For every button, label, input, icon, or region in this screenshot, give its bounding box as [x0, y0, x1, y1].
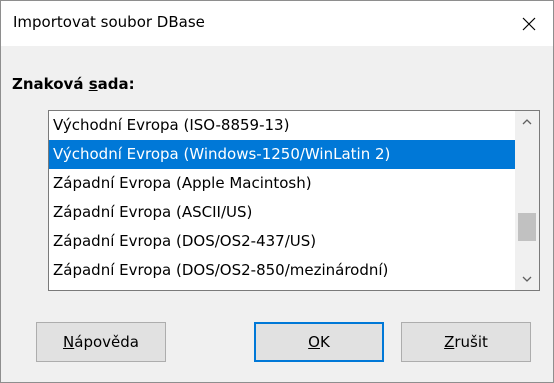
- charset-label: Znaková sada:: [12, 75, 135, 93]
- chevron-down-icon: [522, 276, 532, 282]
- list-item[interactable]: Západní Evropa (DOS/OS2-850/mezinárodní): [49, 256, 515, 285]
- scroll-up-button[interactable]: [515, 111, 539, 133]
- list-item[interactable]: Západní Evropa (Apple Macintosh): [49, 169, 515, 198]
- dialog-title: Importovat soubor DBase: [13, 13, 205, 31]
- list-item[interactable]: Východní Evropa (ISO-8859-13): [49, 111, 515, 140]
- scroll-down-button[interactable]: [515, 268, 539, 290]
- scroll-thumb[interactable]: [518, 213, 536, 241]
- chevron-up-icon: [522, 119, 532, 125]
- charset-listbox[interactable]: Východní Evropa (ISO-8859-13) Východní E…: [48, 110, 540, 291]
- close-button[interactable]: [505, 1, 553, 46]
- vertical-scrollbar[interactable]: [515, 111, 539, 290]
- import-dbase-dialog: Importovat soubor DBase Znaková sada: Vý…: [0, 0, 554, 383]
- charset-list: Východní Evropa (ISO-8859-13) Východní E…: [49, 111, 515, 290]
- list-item[interactable]: Západní Evropa (DOS/OS2-437/US): [49, 227, 515, 256]
- list-item[interactable]: Západní Evropa (ASCII/US): [49, 198, 515, 227]
- cancel-button[interactable]: Zrušit: [401, 322, 531, 362]
- close-icon: [522, 17, 536, 30]
- title-bar: Importovat soubor DBase: [1, 1, 553, 46]
- ok-button[interactable]: OK: [254, 322, 384, 362]
- help-button[interactable]: Nápověda: [36, 322, 166, 362]
- list-item-selected[interactable]: Východní Evropa (Windows-1250/WinLatin 2…: [49, 140, 515, 169]
